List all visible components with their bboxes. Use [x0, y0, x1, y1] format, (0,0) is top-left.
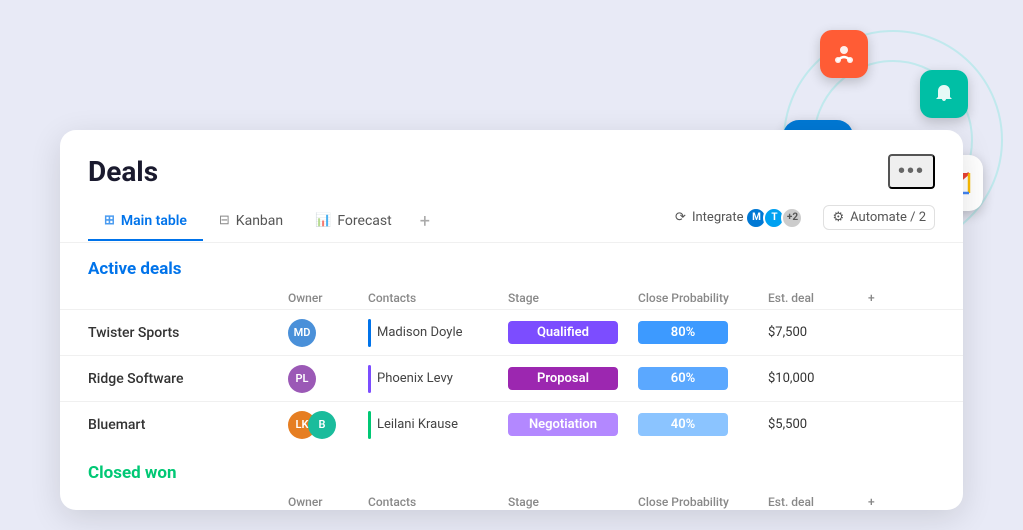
prob-badge: 60% [638, 367, 728, 390]
contact-bar [368, 411, 371, 439]
active-deals-title: Active deals [88, 259, 182, 279]
contact-name: Madison Doyle [377, 325, 463, 340]
active-deals-section-header: Active deals [60, 243, 963, 287]
contact-cell: Phoenix Levy [368, 365, 508, 393]
prob-cell: 40% [638, 413, 768, 436]
integrate-button[interactable]: ⟳ Integrate M T +2 [667, 203, 811, 233]
stage-cell: Negotiation [508, 413, 638, 436]
owner-col-header: Owner [288, 291, 368, 305]
tab-kanban[interactable]: ⊟ Kanban [203, 203, 299, 241]
toolbar-right: ⟳ Integrate M T +2 ⚙ Automate / 2 [667, 203, 935, 241]
est-col-header2: Est. deal [768, 495, 868, 509]
est-deal: $7,500 [768, 325, 868, 340]
active-deals-table-header: Owner Contacts Stage Close Probability E… [60, 287, 963, 309]
prob-col-header2: Close Probability [638, 495, 768, 509]
more-button[interactable]: ••• [888, 154, 935, 189]
table-row[interactable]: Ridge Software PL Phoenix Levy Proposal … [60, 355, 963, 401]
forecast-icon: 📊 [315, 213, 331, 228]
stage-col-header: Stage [508, 291, 638, 305]
contact-cell: Madison Doyle [368, 319, 508, 347]
prob-badge: 80% [638, 321, 728, 344]
prob-cell: 60% [638, 367, 768, 390]
table-row[interactable]: Twister Sports MD Madison Doyle Qualifie… [60, 309, 963, 355]
main-card: Deals ••• ⊞ Main table ⊟ Kanban 📊 Foreca… [60, 130, 963, 510]
est-col-header: Est. deal [768, 291, 868, 305]
avatar: PL [288, 365, 316, 393]
owner-cell: MD [288, 319, 368, 347]
hubspot-icon [820, 30, 868, 78]
kanban-icon: ⊟ [219, 213, 230, 228]
prob-col-header: Close Probability [638, 291, 768, 305]
closed-won-title: Closed won [88, 463, 177, 483]
card-body: Active deals Owner Contacts Stage Close … [60, 243, 963, 510]
closed-won-section-header: Closed won [60, 447, 963, 491]
stage-col-header2: Stage [508, 495, 638, 509]
automate-icon: ⚙ [832, 210, 844, 225]
stage-cell: Qualified [508, 321, 638, 344]
est-deal: $5,500 [768, 417, 868, 432]
main-table-icon: ⊞ [104, 213, 115, 228]
contacts-col-header2: Contacts [368, 495, 508, 509]
est-deal: $10,000 [768, 371, 868, 386]
integration-icons: M T +2 [749, 207, 803, 229]
closed-won-table-header: Owner Contacts Stage Close Probability E… [60, 491, 963, 510]
integrate-icon: ⟳ [675, 210, 686, 225]
contact-name: Leilani Krause [377, 417, 458, 432]
contact-bar [368, 365, 371, 393]
automate-button[interactable]: ⚙ Automate / 2 [823, 205, 935, 230]
page-title: Deals [88, 155, 158, 188]
stage-badge: Qualified [508, 321, 618, 344]
card-header: Deals ••• ⊞ Main table ⊟ Kanban 📊 Foreca… [60, 130, 963, 243]
stage-badge: Negotiation [508, 413, 618, 436]
add-tab-button[interactable]: + [408, 201, 442, 242]
contact-name: Phoenix Levy [377, 371, 453, 386]
int-icon-count: +2 [781, 207, 803, 229]
tab-forecast[interactable]: 📊 Forecast [299, 203, 408, 241]
contacts-col-header: Contacts [368, 291, 508, 305]
owner-cell: PL [288, 365, 368, 393]
contact-cell: Leilani Krause [368, 411, 508, 439]
prob-cell: 80% [638, 321, 768, 344]
avatar-double: LK B [288, 411, 336, 439]
deal-name: Twister Sports [88, 325, 288, 341]
owner-col-header2: Owner [288, 495, 368, 509]
stage-badge: Proposal [508, 367, 618, 390]
avatar: B [308, 411, 336, 439]
tab-main-table[interactable]: ⊞ Main table [88, 203, 203, 241]
table-row[interactable]: Bluemart LK B Leilani Krause Negotiation… [60, 401, 963, 447]
deal-name: Bluemart [88, 417, 288, 433]
avatar: MD [288, 319, 316, 347]
owner-cell: LK B [288, 411, 368, 439]
notification-icon [920, 70, 968, 118]
deal-name: Ridge Software [88, 371, 288, 387]
prob-badge: 40% [638, 413, 728, 436]
contact-bar [368, 319, 371, 347]
header-top: Deals ••• [88, 154, 935, 189]
stage-cell: Proposal [508, 367, 638, 390]
tabs-row: ⊞ Main table ⊟ Kanban 📊 Forecast + ⟳ Int… [88, 201, 935, 242]
